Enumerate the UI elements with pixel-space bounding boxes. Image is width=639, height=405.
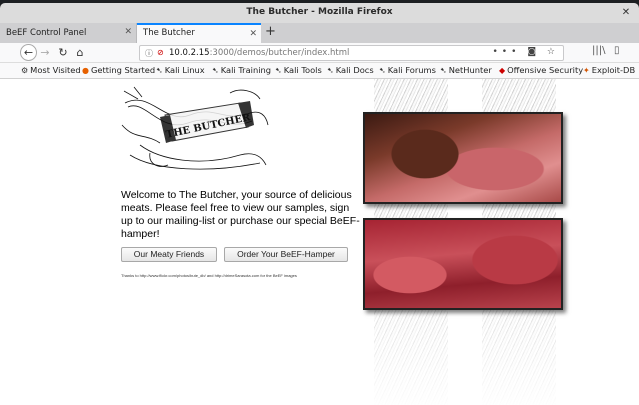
meat-photo-roast — [363, 112, 563, 204]
insecure-lock-icon[interactable]: ⊘ — [157, 48, 164, 57]
bookmark-kali-docs[interactable]: ➷ Kali Docs — [327, 65, 374, 75]
bookmark-kali-training[interactable]: ➷ Kali Training — [212, 65, 271, 75]
url-text[interactable]: 10.0.2.15:3000/demos/butcher/index.html — [169, 48, 349, 58]
meaty-friends-button[interactable]: Our Meaty Friends — [121, 247, 217, 262]
page-actions-icon[interactable]: ••• — [493, 47, 521, 57]
kali-dragon-icon: ➷ — [327, 66, 334, 75]
close-icon[interactable]: ✕ — [619, 6, 633, 20]
bookmark-most-visited[interactable]: ⚙ Most Visited — [21, 65, 81, 75]
new-tab-icon[interactable]: + — [265, 24, 276, 39]
page-content: THE BUTCHER Welcome to The Butcher, your… — [0, 79, 639, 405]
order-hamper-button[interactable]: Order Your BeEF-Hamper — [224, 247, 348, 262]
firefox-icon: ● — [82, 66, 89, 75]
exploitdb-icon: ✦ — [583, 66, 590, 75]
info-icon[interactable]: ⓘ — [145, 48, 153, 59]
offsec-icon: ◆ — [499, 66, 506, 75]
tab-the-butcher[interactable]: The Butcher ✕ — [137, 23, 261, 43]
kali-dragon-icon: ➷ — [156, 66, 163, 75]
back-icon[interactable]: ← — [20, 44, 37, 61]
meat-photo-raw — [363, 218, 563, 310]
bookmarks-toolbar: ⚙ Most Visited ● Getting Started ➷ Kali Lin… — [0, 63, 639, 79]
kali-dragon-icon: ➷ — [379, 66, 386, 75]
navigation-toolbar: ← → ↻ ⌂ ⓘ ⊘ 10.0.2.15:3000/demos/butcher… — [0, 43, 639, 63]
tab-label: BeEF Control Panel — [6, 28, 87, 38]
tab-close-icon[interactable]: ✕ — [249, 29, 257, 39]
bookmark-getting-started[interactable]: ● Getting Started — [82, 65, 155, 75]
kali-dragon-icon: ➷ — [212, 66, 219, 75]
gear-icon: ⚙ — [21, 66, 29, 75]
bookmark-nethunter[interactable]: ➷ NetHunter — [440, 65, 492, 75]
reload-icon[interactable]: ↻ — [55, 45, 71, 61]
welcome-text: Welcome to The Butcher, your source of d… — [121, 189, 360, 240]
url-actions: ••• ◙ ☆ — [493, 47, 560, 57]
bookmark-kali-linux[interactable]: ➷ Kali Linux — [156, 65, 205, 75]
butcher-logo: THE BUTCHER — [121, 86, 269, 170]
bookmark-exploit-db[interactable]: ✦ Exploit-DB — [583, 65, 635, 75]
url-bar[interactable]: ⓘ ⊘ 10.0.2.15:3000/demos/butcher/index.h… — [139, 45, 564, 61]
tab-beef-control-panel[interactable]: BeEF Control Panel ✕ — [0, 23, 137, 43]
firefox-window: The Butcher - Mozilla Firefox ✕ BeEF Con… — [0, 0, 639, 405]
tab-label: The Butcher — [143, 28, 195, 38]
bookmark-kali-tools[interactable]: ➷ Kali Tools — [275, 65, 322, 75]
bookmark-kali-forums[interactable]: ➷ Kali Forums — [379, 65, 436, 75]
title-bar: The Butcher - Mozilla Firefox ✕ — [0, 3, 639, 23]
sidebar-icon[interactable]: ▯ — [614, 45, 620, 56]
kali-dragon-icon: ➷ — [275, 66, 282, 75]
image-credit: Thanks to http://www.flickr.com/photos/b… — [121, 273, 297, 278]
library-icon[interactable]: |||\ — [592, 45, 605, 56]
bookmark-star-icon[interactable]: ☆ — [547, 47, 559, 57]
pocket-icon[interactable]: ◙ — [527, 47, 540, 57]
home-icon[interactable]: ⌂ — [72, 45, 88, 61]
tab-close-icon[interactable]: ✕ — [124, 27, 132, 37]
forward-icon[interactable]: → — [37, 45, 53, 61]
window-title: The Butcher - Mozilla Firefox — [246, 7, 393, 17]
kali-dragon-icon: ➷ — [440, 66, 447, 75]
tab-strip: BeEF Control Panel ✕ The Butcher ✕ + — [0, 23, 639, 43]
bookmark-offensive-security[interactable]: ◆ Offensive Security — [499, 65, 583, 75]
